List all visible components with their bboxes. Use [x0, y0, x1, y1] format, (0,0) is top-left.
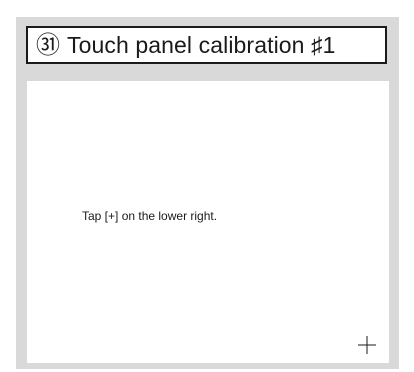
calibration-window: ㉛ Touch panel calibration ♯1 Tap [+] on …	[16, 17, 399, 369]
step-number-badge: ㉛	[36, 31, 60, 59]
title-bar: ㉛ Touch panel calibration ♯1	[26, 26, 387, 64]
crosshair-plus-icon[interactable]	[358, 336, 376, 354]
calibration-canvas[interactable]: Tap [+] on the lower right.	[27, 81, 389, 363]
page-title: Touch panel calibration ♯1	[67, 31, 336, 58]
instruction-text: Tap [+] on the lower right.	[82, 209, 218, 223]
